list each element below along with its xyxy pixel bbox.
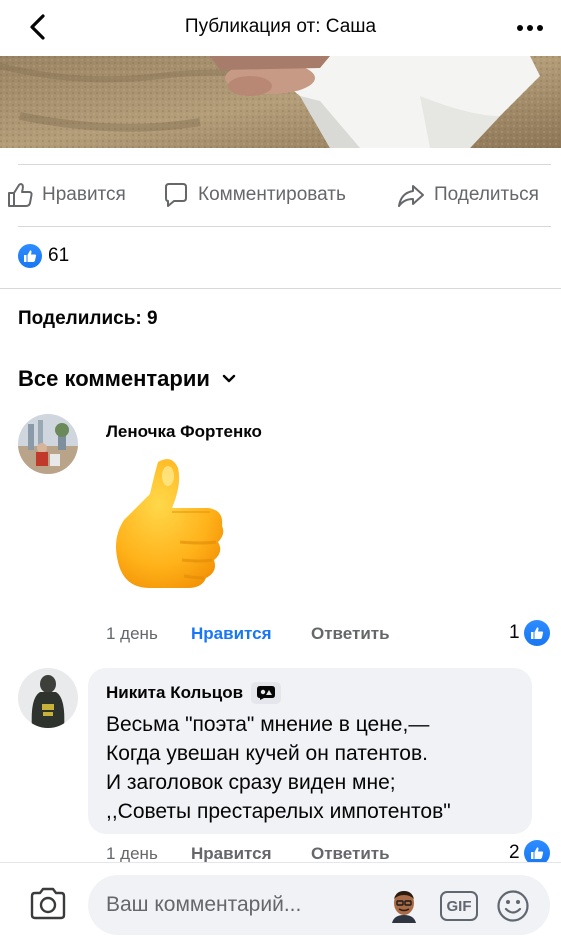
- camera-button[interactable]: [28, 887, 68, 921]
- comment-reply-button[interactable]: Ответить: [311, 624, 390, 644]
- comment-text-line: Когда увешан кучей он патентов.: [106, 742, 428, 765]
- camera-icon: [30, 887, 66, 920]
- comment-composer: GIF: [0, 862, 561, 941]
- like-reaction-icon: [18, 244, 42, 268]
- share-arrow-icon: [398, 185, 424, 207]
- reaction-count: 61: [48, 245, 70, 266]
- share-button[interactable]: Поделиться: [396, 180, 539, 210]
- comment-reply-button[interactable]: Ответить: [311, 844, 390, 864]
- comment-label: Комментировать: [198, 184, 346, 205]
- comment-text-line: И заголовок сразу виден мне;: [106, 771, 396, 794]
- like-reaction-icon: [523, 620, 550, 646]
- emoji-button[interactable]: [496, 889, 530, 923]
- shares-count[interactable]: Поделились: 9: [18, 308, 158, 330]
- comment-text-line: ,,Советы престарелых импотентов": [106, 800, 451, 823]
- comment-bubble-icon: [165, 183, 187, 207]
- like-label: Нравится: [42, 184, 126, 205]
- thumbs-up-outline-icon: [8, 183, 33, 207]
- divider: [18, 164, 551, 165]
- comment-text-line: Весьма "поэта" мнение в цене,—: [106, 713, 430, 736]
- divider: [0, 288, 561, 289]
- page-title: Публикация от: Саша: [184, 16, 377, 37]
- more-options-button[interactable]: [513, 14, 547, 42]
- avatar[interactable]: [18, 668, 78, 728]
- comment-reaction-count[interactable]: 1: [509, 620, 550, 646]
- avatar-image: [18, 414, 78, 474]
- comment-text: Весьма "поэта" мнение в цене,— Когда уве…: [106, 710, 526, 826]
- comment-button[interactable]: Комментировать: [162, 180, 346, 210]
- avatar-sticker-icon: [392, 891, 416, 923]
- comment-reaction-number: 1: [509, 622, 520, 643]
- like-button[interactable]: Нравится: [6, 180, 126, 210]
- photo-image: [0, 56, 561, 148]
- gif-button[interactable]: GIF: [440, 891, 478, 921]
- comment-time: 1 день: [106, 844, 158, 863]
- thumbs-up-emoji-icon: [116, 459, 224, 588]
- gif-label: GIF: [446, 897, 472, 915]
- comment-like-button[interactable]: Нравится: [191, 624, 272, 644]
- comment-input[interactable]: [106, 893, 386, 917]
- post-actions: Нравится Комментировать Поделиться: [0, 172, 561, 220]
- smiley-icon: [497, 890, 529, 922]
- comment-bubble[interactable]: Никита Кольцов Весьма "поэта" мнение в ц…: [88, 668, 532, 834]
- avatar-image: [18, 668, 78, 728]
- top-fan-badge-icon: [251, 682, 282, 704]
- comment-like-button[interactable]: Нравится: [191, 844, 272, 864]
- chevron-down-icon: [222, 374, 236, 383]
- comment-reaction-number: 2: [509, 842, 520, 863]
- comment-author[interactable]: Никита Кольцов: [106, 683, 243, 703]
- comment-author[interactable]: Леночка Фортенко: [106, 422, 262, 442]
- comment-input-container: GIF: [88, 875, 550, 935]
- post-photo[interactable]: [0, 56, 561, 148]
- divider: [18, 226, 551, 227]
- more-dots-icon: [517, 25, 543, 31]
- comment-author-row: Никита Кольцов: [106, 682, 282, 704]
- comments-filter-dropdown[interactable]: Все комментарии: [18, 366, 236, 392]
- top-bar: Публикация от: Саша: [0, 0, 561, 56]
- thumbs-up-sticker: [110, 454, 230, 594]
- share-label: Поделиться: [434, 184, 539, 205]
- avatar[interactable]: [18, 414, 78, 474]
- comments-filter-label: Все комментарии: [18, 366, 210, 391]
- comment-meta: 1 день Нравится Ответить: [106, 624, 406, 646]
- avatar-sticker-button[interactable]: [388, 889, 420, 923]
- reaction-summary[interactable]: 61: [18, 244, 69, 268]
- comment-time: 1 день: [106, 624, 158, 643]
